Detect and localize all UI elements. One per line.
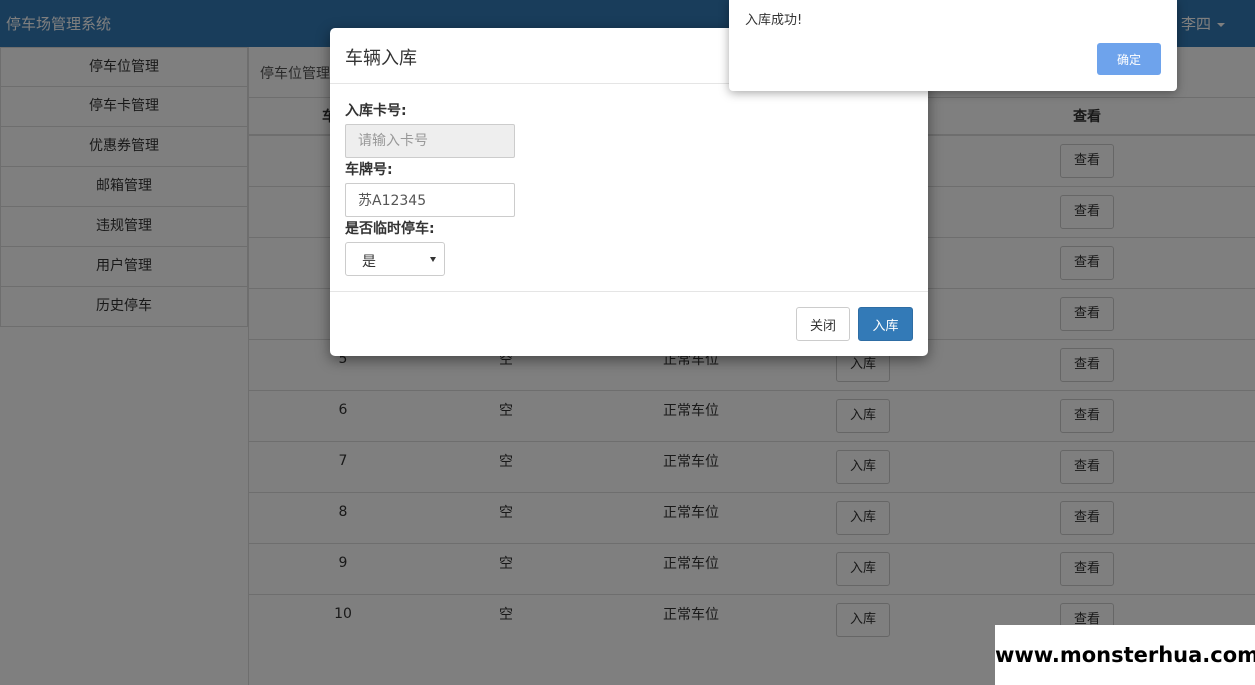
temporary-parking-label: 是否临时停车:: [345, 221, 435, 237]
alert-ok-button[interactable]: 确定: [1097, 43, 1161, 75]
card-number-label: 入库卡号:: [345, 103, 407, 119]
success-alert: 入库成功! 确定: [729, 0, 1177, 91]
select-arrow-icon: [430, 257, 436, 262]
modal-footer: 关闭 入库: [330, 292, 928, 356]
checkin-submit-button[interactable]: 入库: [858, 307, 913, 341]
alert-message: 入库成功!: [745, 13, 803, 28]
temporary-parking-select[interactable]: 是: [345, 242, 445, 276]
card-number-input[interactable]: [345, 124, 515, 158]
temporary-parking-value: 是: [362, 254, 376, 270]
plate-number-label: 车牌号:: [345, 162, 393, 178]
modal-body: 入库卡号: 车牌号: 是否临时停车: 是: [330, 84, 928, 292]
close-button[interactable]: 关闭: [796, 307, 850, 341]
plate-number-input[interactable]: [345, 183, 515, 217]
watermark: www.monsterhua.com: [995, 625, 1255, 685]
